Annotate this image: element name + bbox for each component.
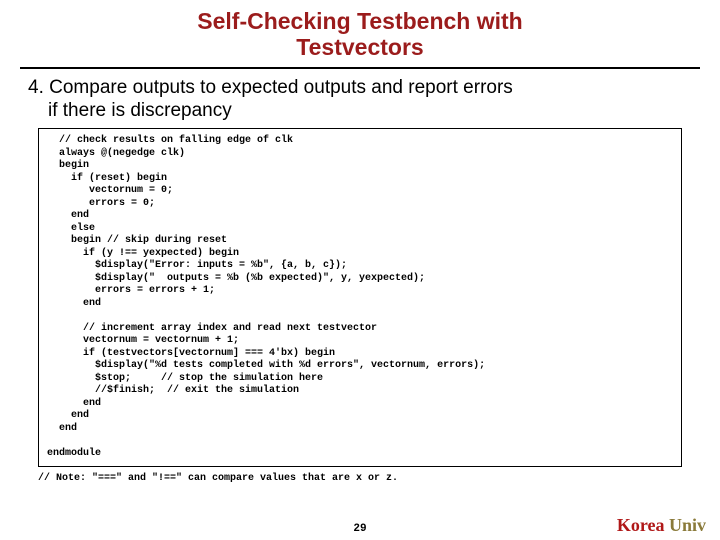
- step-line1: Compare outputs to expected outputs and …: [49, 77, 513, 98]
- page-number: 29: [353, 523, 366, 535]
- code-block: // check results on falling edge of clk …: [38, 128, 682, 467]
- university-logo: Korea Univ: [617, 515, 706, 536]
- title-underline: [20, 67, 700, 69]
- title-line2: Testvectors: [296, 34, 423, 60]
- title-line1: Self-Checking Testbench with: [197, 8, 522, 34]
- logo-korea: Korea: [617, 515, 665, 535]
- step-text: 4. Compare outputs to expected outputs a…: [28, 77, 692, 123]
- step-line2: if there is discrepancy: [48, 100, 692, 123]
- slide-title: Self-Checking Testbench with Testvectors: [0, 0, 720, 61]
- step-number: 4.: [28, 77, 44, 98]
- logo-univ: Univ: [669, 515, 706, 535]
- note-text: // Note: "===" and "!==" can compare val…: [38, 473, 682, 484]
